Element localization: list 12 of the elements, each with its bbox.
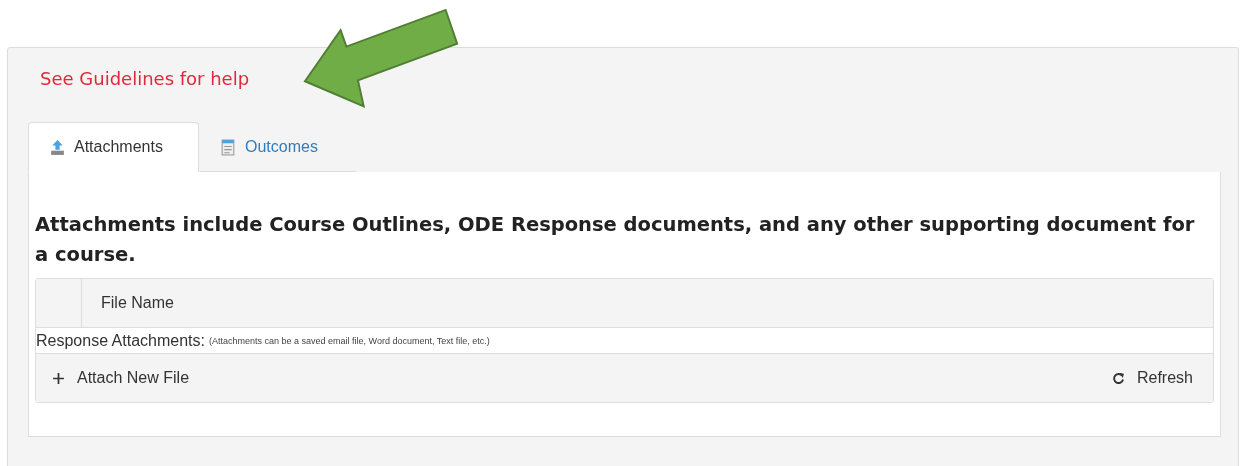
refresh-button[interactable]: Refresh [1111, 369, 1193, 387]
column-header: File Name [100, 293, 174, 313]
heading: Attachments include Course Outlines, ODE Response documents, and any other supporting document for a course. [35, 212, 1196, 268]
refresh-icon [1111, 371, 1125, 385]
group-label: Response Attachments: [36, 331, 205, 350]
attach-button[interactable]: Attach New File [52, 369, 190, 387]
plus-icon [52, 371, 65, 385]
sheet-icon [220, 138, 237, 156]
group-note: (Attachments can be a saved email file, Word document, Text file, etc.) [209, 335, 490, 346]
upload-icon [49, 138, 66, 156]
help-link[interactable]: See Guidelines for help [40, 68, 1218, 96]
tab[interactable]: Attachments [28, 122, 199, 172]
